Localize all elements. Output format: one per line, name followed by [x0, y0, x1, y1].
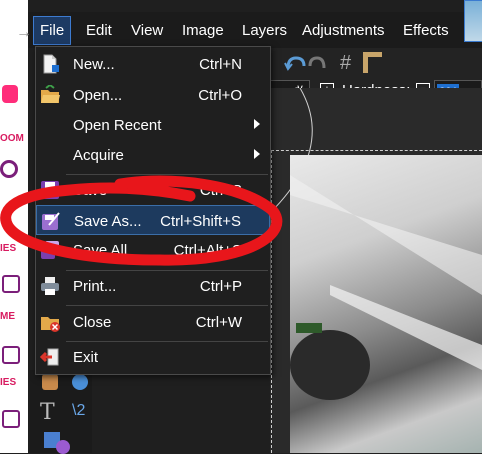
selection-border-top	[271, 150, 482, 151]
menu-item-save[interactable]: Save Ctrl+S	[36, 175, 270, 205]
menu-item-save-as[interactable]: Save As... Ctrl+Shift+S	[36, 205, 270, 235]
canvas-image-streaks	[290, 175, 482, 400]
recolor-icon[interactable]	[72, 374, 88, 390]
menu-item-label: Exit	[73, 349, 99, 366]
text-tool-icon[interactable]: T	[40, 400, 55, 425]
file-menu-dropdown: New... Ctrl+N Open... Ctrl+O Open Recent…	[35, 46, 271, 375]
open-folder-icon	[41, 85, 60, 103]
menu-item-label: New...	[73, 56, 115, 73]
menu-separator	[66, 305, 268, 306]
menu-item-label: Open...	[73, 87, 123, 104]
menu-layers[interactable]: Layers	[242, 22, 287, 39]
menu-item-shortcut: Ctrl+S	[199, 182, 242, 199]
undo-redo-icons[interactable]	[284, 54, 328, 74]
toolbar: # 0 ∨ + Hardness: − 6%	[270, 48, 482, 104]
menu-effects[interactable]: Effects	[403, 22, 449, 39]
line-curve-icon[interactable]: \2	[72, 402, 85, 420]
menu-item-save-all[interactable]: Save All Ctrl+Alt+S	[36, 235, 270, 265]
back-arrow-icon[interactable]: →	[16, 24, 32, 42]
menu-item-open-recent[interactable]: Open Recent	[36, 110, 270, 140]
menu-item-close[interactable]: Close Ctrl+W	[36, 307, 270, 337]
menu-bar: File Edit View Image Layers Adjustments …	[28, 12, 482, 48]
submenu-arrow-icon	[254, 149, 260, 159]
clone-stamp-icon[interactable]	[42, 374, 58, 390]
sidebar-label: IES	[0, 243, 17, 254]
print-icon	[41, 277, 59, 295]
menu-item-acquire[interactable]: Acquire	[36, 140, 270, 170]
save-all-icon	[41, 241, 59, 259]
menu-item-label: Save All	[73, 242, 128, 259]
exit-icon	[40, 348, 59, 366]
selection-border-left	[271, 150, 272, 453]
menu-item-shortcut: Ctrl+Alt+S	[173, 242, 242, 259]
menu-item-shortcut: Ctrl+Shift+S	[160, 213, 241, 230]
shapes-circle-icon[interactable]	[56, 440, 70, 454]
left-sidebar: OOM IES ME IES	[0, 0, 28, 453]
ruler-icon[interactable]	[363, 52, 382, 73]
menu-file[interactable]: File	[33, 16, 72, 45]
menu-item-shortcut: Ctrl+O	[198, 87, 242, 104]
menu-item-exit[interactable]: Exit	[36, 342, 270, 372]
menu-item-label: Print...	[73, 278, 117, 295]
save-icon	[41, 181, 59, 199]
submenu-arrow-icon	[254, 119, 260, 129]
menu-item-open[interactable]: Open... Ctrl+O	[36, 80, 270, 110]
menu-item-label: Save	[73, 182, 108, 199]
new-file-icon	[43, 54, 59, 74]
menu-item-shortcut: Ctrl+W	[195, 314, 242, 331]
menu-image[interactable]: Image	[182, 22, 224, 39]
sticker-icon[interactable]	[2, 275, 20, 293]
menu-item-label: Open Recent	[73, 117, 162, 134]
menu-item-label: Acquire	[73, 147, 124, 164]
page-icon[interactable]	[2, 346, 20, 364]
grid-icon[interactable]: #	[340, 52, 351, 75]
calendar-icon[interactable]	[2, 410, 20, 428]
close-file-icon	[41, 317, 60, 332]
save-as-icon	[42, 212, 60, 230]
image-thumbnail[interactable]	[464, 0, 482, 42]
app-logo-icon[interactable]	[2, 85, 18, 103]
tools-panel: T \2	[30, 370, 92, 454]
sidebar-label: OOM	[0, 133, 24, 144]
sidebar-label: IES	[0, 377, 17, 388]
search-icon[interactable]	[0, 160, 18, 178]
menu-adjustments[interactable]: Adjustments	[302, 22, 385, 39]
menu-item-label: Close	[73, 314, 112, 331]
menu-item-print[interactable]: Print... Ctrl+P	[36, 271, 270, 301]
menu-view[interactable]: View	[131, 22, 163, 39]
menu-item-new[interactable]: New... Ctrl+N	[36, 49, 270, 79]
menu-item-label: Save As...	[74, 213, 142, 230]
sidebar-label: ME	[0, 311, 15, 322]
menu-item-shortcut: Ctrl+N	[199, 56, 242, 73]
menu-item-shortcut: Ctrl+P	[199, 278, 242, 295]
menu-edit[interactable]: Edit	[86, 22, 112, 39]
